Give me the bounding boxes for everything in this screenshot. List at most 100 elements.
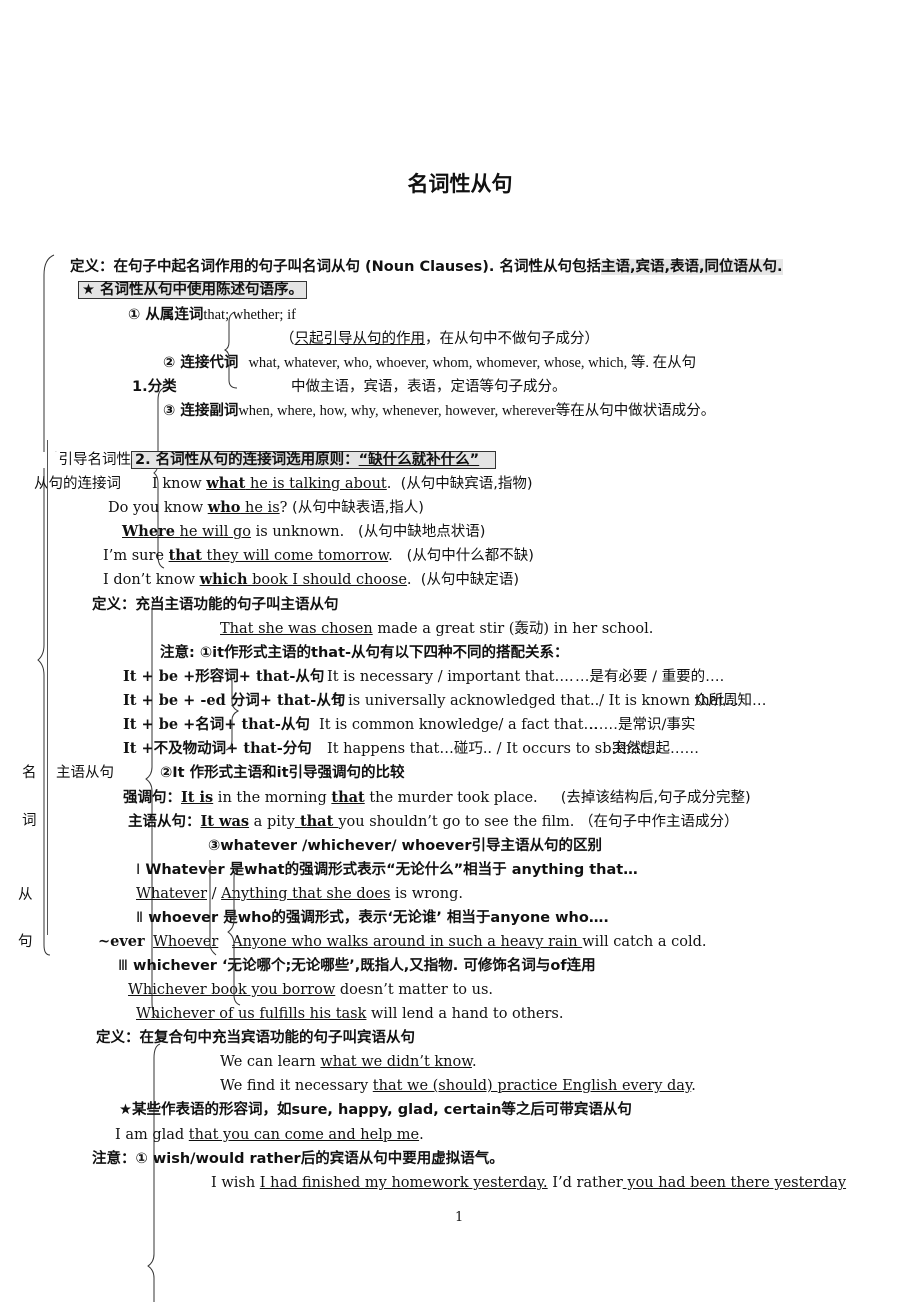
obj-ex2-u: that we (should) practice English every …: [372, 1078, 692, 1094]
ex-post: ?: [279, 500, 288, 516]
pattern-example: It is universally acknowledged that../ I…: [332, 693, 739, 709]
ex-under: book I should choose: [247, 572, 407, 588]
whichever-head-text: whichever ‘无论哪个;无论哪些’,既指人,又指物. 可修饰名词与of连…: [128, 958, 596, 974]
pattern-meaning: ……是常识/事实: [589, 717, 696, 733]
obj-ex2-post: .: [691, 1078, 696, 1094]
ex-pre: I know: [152, 476, 207, 492]
whichever-example-2: Whichever of us fulfills his task will l…: [136, 1005, 564, 1023]
example-row: Do you know who he is? (从句中缺表语,指人): [108, 499, 424, 517]
obj-ex1-u: what we didn’t know: [320, 1054, 472, 1070]
principle-prefix: 2. 名词性从句的连接词选用原则：: [135, 452, 359, 468]
classification-inner-brace: [223, 311, 238, 389]
item2-line: ② 连接代词 what, whatever, who, whoever, who…: [163, 354, 696, 372]
ever-brace: [209, 860, 241, 1006]
whatever-ex-rest: is wrong.: [390, 886, 464, 902]
subject-mid: a pity: [249, 814, 295, 830]
definition-text: 定义：在句子中起名词作用的句子叫名词从句 (Noun Clauses). 名词性…: [70, 259, 601, 275]
star-note: ★ 名词性从句中使用陈述句语序。: [78, 281, 308, 299]
side-label-ming: 名: [22, 765, 37, 781]
object-star-note: ★某些作表语的形容词，如sure, happy, glad, certain等之…: [119, 1102, 632, 1118]
object-clause-brace: [147, 1043, 161, 1302]
example-row: I don’t know which book I should choose.…: [103, 571, 519, 589]
ex-note: (从句中缺宾语,指物): [400, 476, 533, 492]
obj-ex3-post: .: [419, 1127, 424, 1143]
ex-pre: Do you know: [108, 500, 208, 516]
item3-rest: 等在从句中做状语成分。: [555, 403, 716, 419]
emphasis-that: that: [331, 789, 365, 806]
main-brace: [37, 254, 55, 956]
subject-label: 主语从句：: [128, 814, 201, 830]
item1-label: ① 从属连词that; whether; if: [128, 306, 296, 324]
ex-note: (从句中什么都不缺): [406, 548, 534, 564]
subject-note-2: ②It 作形式主语和it引导强调句的比较: [160, 765, 405, 781]
object-example-4: I wish I had finished my homework yester…: [211, 1174, 846, 1192]
obj-ex1-post: .: [471, 1054, 477, 1070]
principle-quote: “缺什么就补什么”: [358, 452, 480, 468]
principle-box: 2. 名词性从句的连接词选用原则：“缺什么就补什么”: [131, 451, 497, 469]
object-note: 注意：① wish/would rather后的宾语从句中要用虚拟语气。: [92, 1151, 504, 1167]
whichever-ex1-rest: doesn’t matter to us.: [335, 982, 494, 998]
ex-pre: I don’t know: [103, 572, 200, 588]
obj-ex4-mid: I’d rather: [547, 1175, 623, 1191]
ex-under: he will go: [174, 524, 252, 540]
ex-under: he is: [240, 500, 280, 516]
example-row: I know what he is talking about. (从句中缺宾语…: [152, 475, 533, 493]
pattern-example: It happens that…碰巧.. / It occurs to sb.t…: [327, 741, 661, 757]
connective-label-1: 引导名词性: [42, 452, 131, 468]
emphasis-label: 强调句：: [123, 790, 181, 806]
pattern-meaning: …是有必要 / 重要的….: [575, 669, 725, 685]
ex-bold: that: [168, 547, 202, 564]
subject-example-underlined: That she was chosen: [220, 621, 373, 637]
side-label-cong: 从: [18, 887, 33, 903]
ex-note: (从句中缺表语,指人): [292, 500, 424, 516]
ex-under: he is talking about: [245, 476, 387, 492]
ex-pre: I’m sure: [103, 548, 169, 564]
roman-3: Ⅲ: [118, 958, 128, 974]
object-example-2: We find it necessary that we (should) pr…: [220, 1077, 696, 1095]
whatever-example: Whatever / Anything that she does is wro…: [136, 885, 463, 903]
patterns-brace: [225, 671, 240, 751]
emphasis-mid: in the morning: [213, 790, 332, 806]
obj-ex3-pre: I am glad: [115, 1127, 189, 1143]
pattern-formula: It + be +形容词+ that-从句: [123, 668, 325, 685]
subject-clause-line: 主语从句：It was a pity that you shouldn’t go…: [128, 813, 738, 831]
example-row: Where he will go is unknown. (从句中缺地点状语): [122, 523, 485, 541]
emphasis-line: 强调句：It is in the morning that the murder…: [123, 789, 751, 807]
obj-ex4-u2: you had been there yesterday: [622, 1175, 847, 1191]
whatever-ex-u1: Whatever: [136, 886, 207, 902]
emphasis-note: (去掉该结构后,句子成分完整): [560, 790, 751, 806]
item1-label-text: ① 从属连词: [128, 307, 204, 323]
subject-example: That she was chosen made a great stir (轰…: [220, 620, 653, 638]
ex-bold: which: [199, 571, 248, 588]
pattern-example: It is common knowledge/ a fact that…: [319, 717, 598, 733]
item1-note-underlined: 只起引导从句的作用: [294, 331, 426, 347]
emphasis-it-is: It is: [181, 789, 214, 806]
ex-note: (从句中缺定语): [420, 572, 520, 588]
example-row: I’m sure that they will come tomorrow. (…: [103, 547, 534, 565]
whichever-example-1: Whichever book you borrow doesn’t matter…: [128, 981, 493, 999]
ex-note: (从句中缺地点状语): [358, 524, 486, 540]
ex-bold: who: [207, 499, 241, 516]
item3-line: ③ 连接副词when, where, how, why, whenever, h…: [163, 402, 715, 420]
definition-highlight: 主语,宾语,表语,同位语从句.: [600, 259, 783, 275]
obj-ex4-u: I had finished my homework yesterday.: [259, 1175, 548, 1191]
side-label-ci: 词: [22, 813, 37, 829]
pattern-meaning: 众所周知…: [694, 693, 767, 709]
ever-label: ~ever: [98, 933, 145, 950]
page-title: 名词性从句: [407, 172, 513, 196]
pattern-formula: It + be +名词+ that-从句: [123, 716, 310, 733]
obj-ex4-pre: I wish: [211, 1175, 260, 1191]
ex-post: .: [388, 548, 393, 564]
ex-post: .: [386, 476, 392, 492]
subject-that: that: [294, 813, 339, 830]
subject-note-1: 注意: ①it作形式主语的that-从句有以下四种不同的搭配关系：: [160, 645, 569, 661]
item1-note: （只起引导从句的作用，在从句中不做句子成分）: [280, 330, 599, 348]
subject-note: （在句子中作主语成分）: [578, 814, 739, 830]
side-label-ju: 句: [18, 934, 33, 950]
section-divider-line: [47, 440, 48, 935]
ex-bold: Where: [122, 523, 175, 540]
subject-example-rest: made a great stir (轰动) in her school.: [372, 621, 654, 637]
object-definition: 定义：在复合句中充当宾语功能的句子叫宾语从句: [96, 1030, 415, 1046]
object-example-3: I am glad that you can come and help me.: [115, 1126, 424, 1144]
obj-ex1-pre: We can learn: [220, 1054, 321, 1070]
